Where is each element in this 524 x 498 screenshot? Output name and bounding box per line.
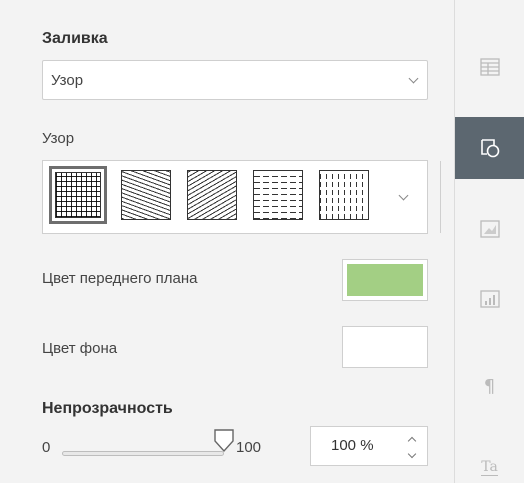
foreground-color-picker[interactable]: [342, 259, 428, 301]
opacity-slider-thumb[interactable]: [213, 429, 235, 453]
right-sidebar: ¶ Ta: [455, 0, 524, 483]
opacity-max-label: 100: [236, 439, 262, 456]
pattern-diagonal-down[interactable]: [117, 166, 175, 224]
chevron-down-icon: [408, 73, 419, 84]
background-color-label: Цвет фона: [42, 340, 118, 357]
sidebar-item-shape[interactable]: [455, 117, 524, 179]
pattern-dropdown-button[interactable]: [383, 161, 427, 233]
background-color-fill: [347, 331, 423, 363]
pattern-divider: [440, 161, 441, 233]
chevron-down-icon: [398, 190, 409, 201]
chart-icon: [479, 290, 500, 308]
sidebar-item-chart[interactable]: [455, 268, 524, 330]
opacity-value: 100 %: [331, 437, 374, 454]
spin-up-icon[interactable]: [407, 436, 417, 446]
image-icon: [479, 220, 500, 238]
paragraph-icon: ¶: [483, 375, 496, 397]
foreground-color-label: Цвет переднего плана: [42, 270, 198, 287]
sidebar-item-table[interactable]: [455, 36, 524, 98]
sidebar-item-paragraph[interactable]: ¶: [455, 355, 524, 417]
fill-type-value: Узор: [51, 71, 84, 89]
spin-down-icon[interactable]: [407, 449, 417, 459]
pattern-label: Узор: [42, 130, 75, 147]
opacity-slider-track[interactable]: [62, 451, 224, 456]
background-color-picker[interactable]: [342, 326, 428, 368]
opacity-heading: Непрозрачность: [42, 400, 173, 417]
opacity-min-label: 0: [42, 439, 51, 456]
shape-settings-panel: Заливка Узор Узор Цвет переднего плана Ц…: [0, 0, 455, 483]
table-icon: [479, 58, 500, 76]
sidebar-item-text-art[interactable]: Ta: [455, 436, 524, 498]
foreground-color-fill: [347, 264, 423, 296]
text-art-icon: Ta: [481, 458, 498, 476]
pattern-dashed-vertical[interactable]: [315, 166, 373, 224]
pattern-picker: [42, 160, 441, 234]
pattern-grid[interactable]: [49, 166, 107, 224]
fill-type-select[interactable]: Узор: [42, 60, 428, 100]
pattern-dashed-horizontal[interactable]: [249, 166, 307, 224]
fill-heading: Заливка: [42, 30, 108, 47]
sidebar-item-image[interactable]: [455, 198, 524, 260]
pattern-diagonal-up[interactable]: [183, 166, 241, 224]
opacity-spinner[interactable]: 100 %: [310, 426, 428, 466]
shape-icon: [480, 139, 499, 158]
